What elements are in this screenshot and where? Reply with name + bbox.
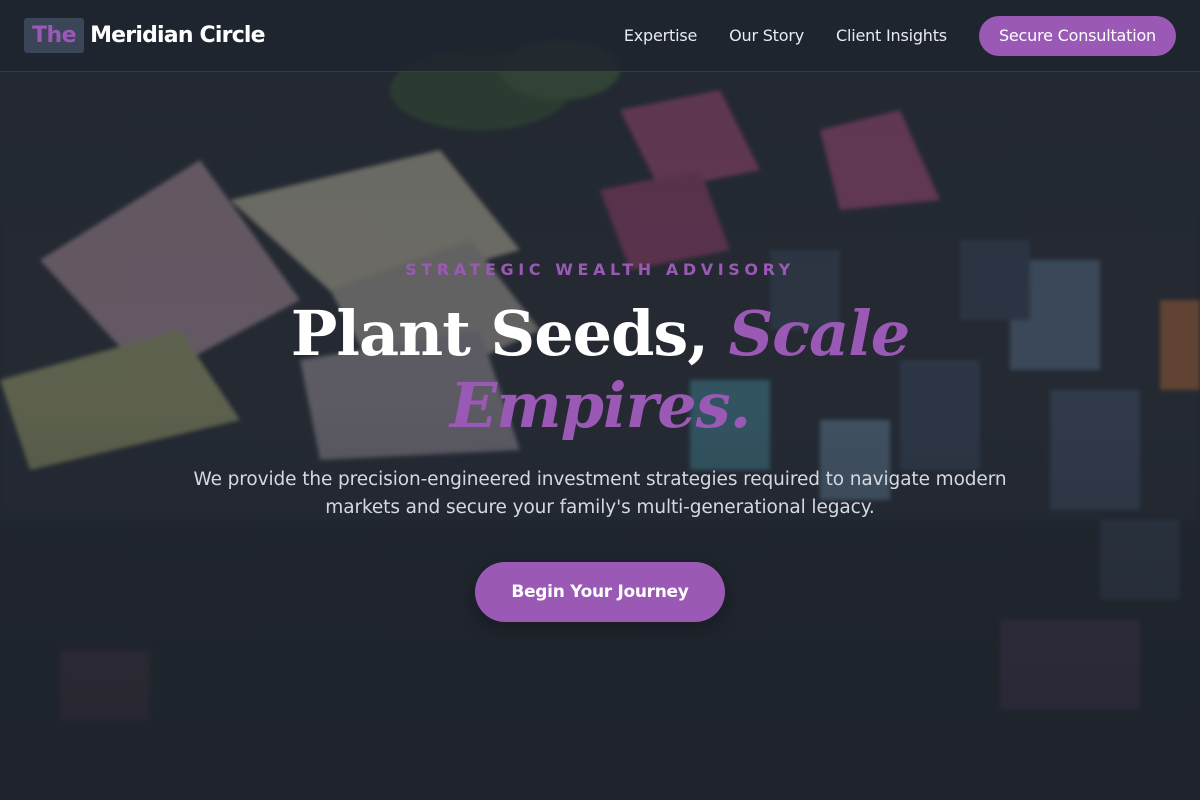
nav-link-expertise[interactable]: Expertise (624, 26, 697, 45)
site-header: The Meridian Circle Expertise Our Story … (0, 0, 1200, 72)
main-nav: Expertise Our Story Client Insights Secu… (624, 15, 1176, 56)
headline-plain-text: Plant Seeds, (290, 297, 709, 370)
nav-link-client-insights[interactable]: Client Insights (836, 26, 947, 45)
secure-consultation-button[interactable]: Secure Consultation (978, 15, 1176, 56)
begin-journey-button[interactable]: Begin Your Journey (475, 562, 725, 622)
nav-link-our-story[interactable]: Our Story (729, 26, 804, 45)
hero-headline: Plant Seeds, Scale Empires. (200, 298, 1000, 442)
brand-name: Meridian Circle (90, 23, 266, 48)
brand-logo-link[interactable]: The Meridian Circle (24, 18, 266, 53)
hero-subheading: We provide the precision-engineered inve… (193, 469, 1007, 518)
hero-eyebrow: STRATEGIC WEALTH ADVISORY (405, 260, 795, 279)
brand-mark: The (24, 18, 85, 53)
hero-section: STRATEGIC WEALTH ADVISORY Plant Seeds, S… (0, 72, 1200, 800)
